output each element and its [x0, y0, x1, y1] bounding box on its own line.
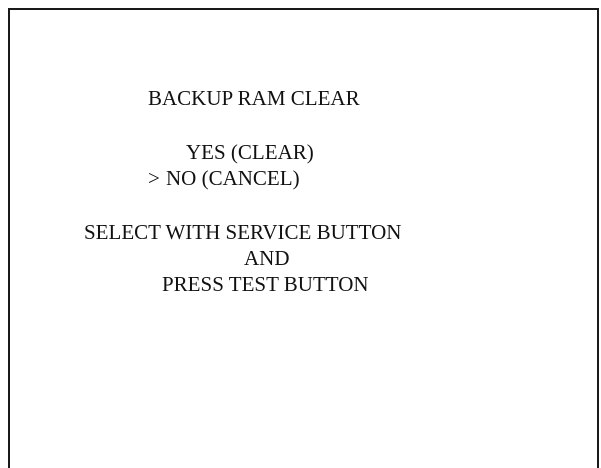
selection-cursor: > [148, 166, 160, 190]
instruction-select: SELECT WITH SERVICE BUTTON [84, 220, 402, 244]
option-no-cancel[interactable]: NO (CANCEL) [166, 166, 300, 190]
menu-title: BACKUP RAM CLEAR [148, 86, 360, 110]
option-yes-clear[interactable]: YES (CLEAR) [186, 140, 314, 164]
instruction-and: AND [244, 246, 290, 270]
instruction-press: PRESS TEST BUTTON [162, 272, 369, 296]
